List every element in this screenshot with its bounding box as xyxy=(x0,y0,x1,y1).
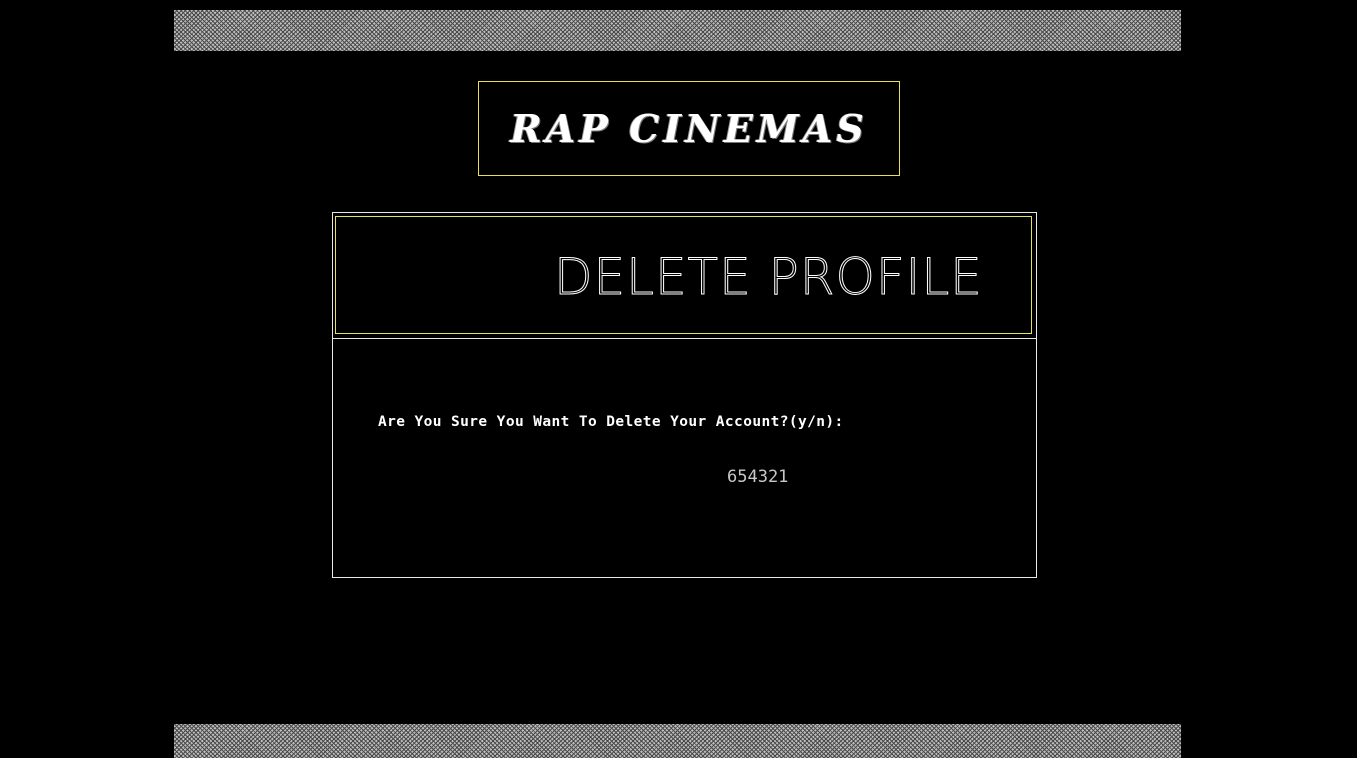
bottom-decorative-stripe xyxy=(174,724,1181,758)
logo-banner: RAP CINEMAS xyxy=(478,81,900,176)
top-decorative-stripe xyxy=(174,10,1181,51)
delete-profile-dialog: DELETE PROFILE Are You Sure You Want To … xyxy=(332,212,1037,578)
dialog-divider xyxy=(333,338,1036,339)
dialog-title: DELETE PROFILE xyxy=(554,248,983,307)
logo-text: RAP CINEMAS xyxy=(510,106,868,151)
confirm-prompt: Are You Sure You Want To Delete Your Acc… xyxy=(378,414,844,430)
confirm-input[interactable]: 654321 xyxy=(727,467,788,487)
dialog-title-box: DELETE PROFILE xyxy=(335,216,1032,334)
